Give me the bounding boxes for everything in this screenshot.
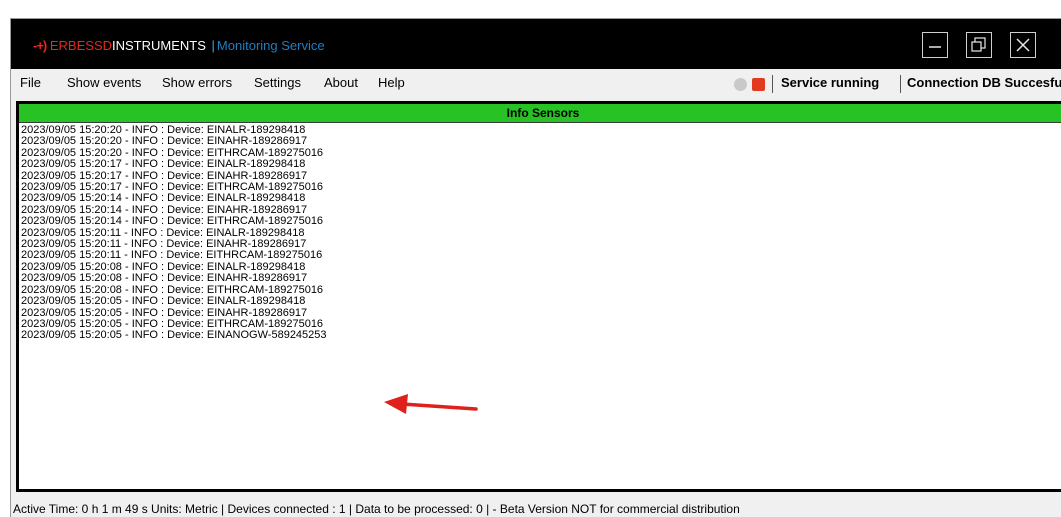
log-line: 2023/09/05 15:20:08 - INFO : Device: EIN…	[21, 272, 308, 285]
restore-icon	[971, 37, 986, 52]
menu-help[interactable]: Help	[378, 75, 405, 90]
log-line: 2023/09/05 15:20:14 - INFO : Device: EIT…	[21, 215, 324, 228]
db-connection-status: Connection DB Succesful	[907, 75, 1061, 90]
status-gray-indicator	[734, 78, 747, 91]
app-window: -+) ERBESSDINSTRUMENTS | Monitoring Servi…	[10, 18, 1061, 517]
logo-mark: -+)	[33, 38, 47, 53]
menu-show-errors[interactable]: Show errors	[162, 75, 232, 90]
service-name: Monitoring Service	[216, 38, 325, 53]
close-icon	[1016, 38, 1030, 52]
brand-erbessd: ERBESSD	[49, 38, 113, 53]
service-status: Service running	[781, 75, 880, 90]
menu-settings[interactable]: Settings	[254, 75, 301, 90]
log-line: 2023/09/05 15:20:05 - INFO : Device: EIN…	[21, 295, 306, 308]
restore-button[interactable]	[966, 32, 992, 58]
brand-separator: |	[211, 38, 215, 53]
menu-about[interactable]: About	[324, 75, 358, 90]
menu-bar: File Show events Show errors Settings Ab…	[11, 69, 1061, 98]
status-red-indicator	[752, 78, 765, 91]
title-bar: -+) ERBESSDINSTRUMENTS | Monitoring Servi…	[11, 19, 1061, 69]
menu-file[interactable]: File	[20, 75, 41, 90]
close-button[interactable]	[1010, 32, 1036, 58]
menu-divider	[900, 75, 901, 93]
log-list[interactable]: 2023/09/05 15:20:20 - INFO : Device: EIN…	[19, 123, 1061, 342]
menu-show-events[interactable]: Show events	[67, 75, 141, 90]
info-sensors-panel: Info Sensors 2023/09/05 15:20:20 - INFO …	[16, 101, 1061, 492]
minimize-icon	[929, 46, 941, 48]
brand-instruments: INSTRUMENTS	[112, 38, 206, 53]
log-line: 2023/09/05 15:20:17 - INFO : Device: EIN…	[21, 158, 306, 171]
minimize-button[interactable]	[922, 32, 948, 58]
red-arrow-annotation	[384, 394, 478, 414]
app-logo: -+) ERBESSDINSTRUMENTS | Monitoring Servi…	[33, 37, 325, 55]
log-line: 2023/09/05 15:20:05 - INFO : Device: EIN…	[21, 329, 327, 342]
menu-divider	[772, 75, 773, 93]
panel-title: Info Sensors	[19, 104, 1061, 123]
status-bar: Active Time: 0 h 1 m 49 s Units: Metric …	[13, 502, 740, 516]
